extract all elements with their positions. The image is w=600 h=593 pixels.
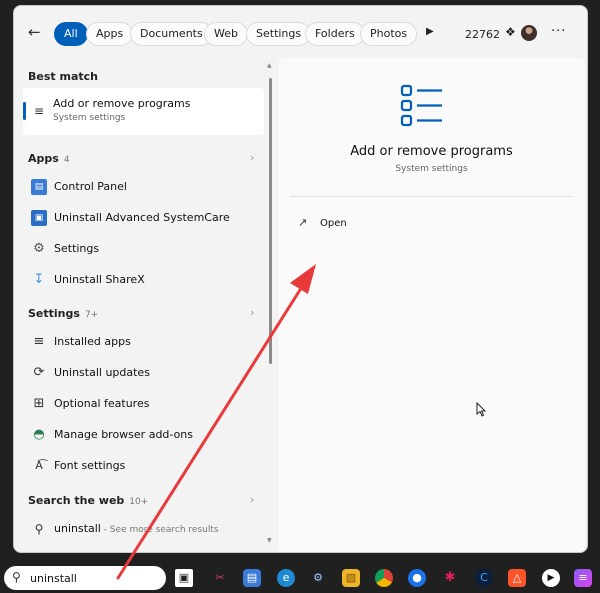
filter-all[interactable]: All [54, 22, 88, 46]
list-settings-icon: ≡ [34, 104, 45, 118]
file-explorer-icon[interactable]: ▧ [342, 569, 360, 587]
filter-documents[interactable]: Documents [130, 22, 213, 46]
task-view-icon[interactable]: ▣ [175, 569, 193, 587]
slack-icon[interactable]: ✱ [441, 569, 459, 587]
taskbar-search-input[interactable] [30, 570, 158, 586]
section-heading-best-match: Best match [28, 70, 98, 83]
settings-gear-icon[interactable]: ⚙ [309, 569, 327, 587]
rewards-medal-icon: ❖ [505, 25, 516, 39]
best-match-title: Add or remove programs [53, 97, 191, 110]
taskbar-search-box[interactable]: ⚲ [4, 566, 166, 590]
mouse-pointer-icon [476, 402, 486, 417]
refresh-icon: ⟳ [33, 365, 45, 380]
web-more-results: - See more search results [100, 525, 219, 535]
best-match-subtitle: System settings [53, 113, 126, 123]
filter-settings[interactable]: Settings [246, 22, 312, 46]
filter-photos[interactable]: Photos [360, 22, 418, 46]
control-panel-icon[interactable]: ▤ [243, 569, 261, 587]
search-panel: ← All Apps Documents Web Settings Folder… [13, 5, 588, 553]
best-match-result[interactable]: ≡ Add or remove programs System settings [23, 88, 264, 135]
filter-web[interactable]: Web [204, 22, 248, 46]
more-options-icon[interactable]: ··· [551, 24, 566, 39]
chevron-right-icon[interactable]: › [250, 306, 254, 319]
filter-apps[interactable]: Apps [86, 22, 134, 46]
rewards-points[interactable]: 22762 [465, 28, 500, 41]
open-action[interactable]: ↗ Open [298, 215, 398, 235]
section-heading-apps[interactable]: Apps 4 [28, 152, 70, 165]
terminal-app-icon[interactable]: ≡ [574, 569, 592, 587]
chevron-right-icon[interactable]: › [250, 493, 254, 506]
apps-count: 4 [63, 155, 70, 165]
list-item-uninstall-sharex[interactable]: ↧ Uninstall ShareX [31, 270, 261, 290]
brave-browser-icon[interactable]: △ [508, 569, 526, 587]
section-heading-settings[interactable]: Settings 7+ [28, 307, 98, 320]
results-list: Best match ≡ Add or remove programs Syst… [14, 58, 276, 552]
web-count: 10+ [129, 497, 149, 507]
list-item-manage-browser-add-ons[interactable]: ◓ Manage browser add-ons [31, 425, 261, 445]
search-filter-bar: ← All Apps Documents Web Settings Folder… [14, 6, 587, 58]
scroll-down-icon[interactable]: ▼ [267, 537, 272, 544]
section-heading-search-the-web[interactable]: Search the web 10+ [28, 494, 148, 507]
list-item-font-settings[interactable]: A͡ Font settings [31, 456, 261, 476]
browser-addons-icon: ◓ [33, 427, 45, 442]
ccleaner-icon[interactable]: C [475, 569, 493, 587]
list-item-settings[interactable]: ⚙ Settings [31, 239, 261, 259]
avatar[interactable] [521, 25, 537, 41]
scrollbar-thumb[interactable] [269, 78, 272, 364]
snipping-tool-icon[interactable]: ✂ [211, 569, 229, 587]
list-item-uninstall-updates[interactable]: ⟳ Uninstall updates [31, 363, 261, 383]
preview-subtitle: System settings [395, 164, 468, 174]
list-item-optional-features[interactable]: ⊞ Optional features [31, 394, 261, 414]
taskbar: ⚲ ▣ ✂ ▤ e ⚙ ▧ ● ✱ C △ ▶ ≡ [0, 563, 600, 593]
list-item-web-search[interactable]: ⚲ uninstall - See more search results [31, 519, 261, 539]
media-player-icon[interactable]: ▶ [542, 569, 560, 587]
gear-icon: ⚙ [33, 241, 45, 256]
font-icon: A͡ [35, 459, 43, 472]
selection-indicator [23, 102, 26, 120]
web-query: uninstall [54, 522, 101, 535]
search-icon: ⚲ [34, 522, 44, 536]
open-label: Open [320, 218, 347, 229]
preview-title: Add or remove programs [350, 144, 513, 159]
uninstaller-icon: ▣ [31, 210, 47, 226]
list-item-installed-apps[interactable]: ≡ Installed apps [31, 332, 261, 352]
chevron-right-icon[interactable]: › [250, 151, 254, 164]
list-icon: ≡ [33, 334, 45, 349]
add-apps-icon: ⊞ [33, 396, 45, 411]
edge-browser-icon[interactable]: e [277, 569, 295, 587]
filter-folders[interactable]: Folders [305, 22, 365, 46]
chrome-icon[interactable] [375, 569, 393, 587]
more-filters-play-icon[interactable]: ▶ [426, 26, 434, 37]
divider [290, 196, 573, 197]
settings-count: 7+ [84, 310, 99, 320]
list-settings-icon [400, 84, 442, 127]
open-external-icon: ↗ [298, 216, 308, 229]
control-panel-icon: ▤ [31, 179, 47, 195]
list-item-control-panel[interactable]: ▤ Control Panel [31, 177, 261, 197]
preview-pane: Add or remove programs System settings ↗… [278, 58, 585, 552]
firefox-icon[interactable]: ● [408, 569, 426, 587]
sharex-uninstall-icon: ↧ [33, 272, 45, 287]
list-item-uninstall-advanced-systemcare[interactable]: ▣ Uninstall Advanced SystemCare [31, 208, 261, 228]
search-icon: ⚲ [12, 570, 21, 584]
back-arrow-icon[interactable]: ← [28, 23, 41, 41]
